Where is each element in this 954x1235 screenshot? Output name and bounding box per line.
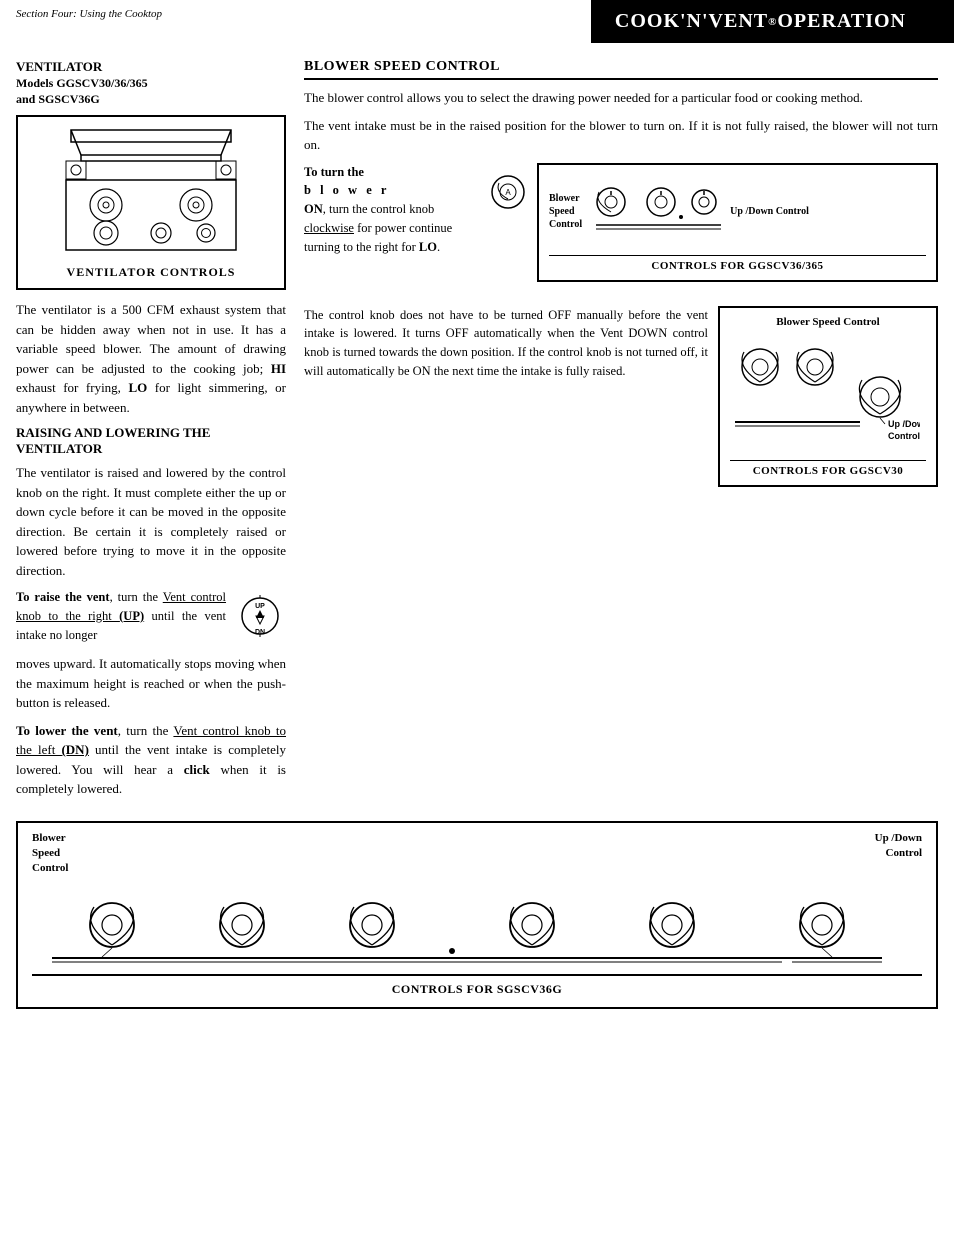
blower-desc1: The blower control allows you to select … <box>304 88 938 108</box>
up-dn-knob-svg: UP DN <box>234 590 286 642</box>
sgscv-title: CONTROLS FOR SGSCV36G <box>32 974 922 997</box>
ventilator-controls-label: VENTILATOR CONTROLS <box>26 265 276 280</box>
left-column: VENTILATOR Models GGSCV30/36/365 and SGS… <box>16 59 286 807</box>
diagram-ggscv30: Blower Speed Control <box>718 306 938 499</box>
diagram-30-title: CONTROLS FOR GGSCV30 <box>730 460 926 477</box>
updown-label-36: Up /Down Control <box>730 206 809 217</box>
blower-knob-inline-svg: A <box>489 173 527 211</box>
control-diagram-36: BlowerSpeedControl <box>537 163 938 282</box>
sgscv-blower-label: BlowerSpeedControl <box>32 831 68 877</box>
knobs-36-svg <box>586 177 726 247</box>
blower-speed-heading: BLOWER SPEED CONTROL <box>304 59 938 80</box>
blower-desc3: The control knob does not have to be tur… <box>304 306 708 499</box>
raising-title-text: RAISING AND LOWERING THE VENTILATOR <box>16 425 210 456</box>
ventilator-models2: and SGSCV36G <box>16 92 100 106</box>
section-label-text: Section Four: Using the Cooktop <box>16 8 162 20</box>
blower-desc2: The vent intake must be in the raised po… <box>304 116 938 155</box>
ventilator-title: VENTILATOR Models GGSCV30/36/365 and SGS… <box>16 59 286 107</box>
blower-desc1-text: The blower control allows you to select … <box>304 90 863 105</box>
diagram-36-title: CONTROLS FOR GGSCV36/365 <box>549 255 926 272</box>
sgscv-updown-label: Up /DownControl <box>875 831 922 862</box>
diagram-ggscv36: BlowerSpeedControl <box>537 163 938 294</box>
diagram30-heading: Blower Speed Control <box>730 316 926 332</box>
bottom-section: BlowerSpeedControl Up /DownControl <box>0 821 954 1019</box>
section-label: Section Four: Using the Cooktop <box>0 0 591 43</box>
subtitle-text: OPERATION <box>777 10 906 33</box>
ventilator-box: VENTILATOR CONTROLS <box>16 115 286 290</box>
blower-speed-label-36: BlowerSpeedControl <box>549 192 582 231</box>
ventilator-desc: The ventilator is a 500 CFM exhaust syst… <box>16 300 286 417</box>
control-diagram-30: Blower Speed Control <box>718 306 938 487</box>
page-title: COOK'N'VENT® OPERATION <box>591 0 930 43</box>
sgscv-box: BlowerSpeedControl Up /DownControl <box>16 821 938 1009</box>
raising-title: RAISING AND LOWERING THE VENTILATOR <box>16 425 286 457</box>
right-column: BLOWER SPEED CONTROL The blower control … <box>304 59 938 807</box>
turn-on-and-diagram36: To turn theb l o w e rON, turn the contr… <box>304 163 938 294</box>
up-dn-knob: UP DN <box>234 590 286 646</box>
diagram-36-knobs: BlowerSpeedControl <box>549 173 926 251</box>
main-content: VENTILATOR Models GGSCV30/36/365 and SGS… <box>0 49 954 817</box>
blower-desc3-text: The control knob does not have to be tur… <box>304 308 708 378</box>
cooktop-svg <box>51 125 251 255</box>
svg-text:UP: UP <box>255 603 265 610</box>
ventilator-title-text: VENTILATOR <box>16 59 102 74</box>
sgscv-top: BlowerSpeedControl Up /DownControl <box>32 831 922 877</box>
black-square-decoration <box>930 0 954 43</box>
turn-on-blower-text: To turn theb l o w e rON, turn the contr… <box>304 163 479 294</box>
title-text: COOK'N'VENT <box>615 10 768 33</box>
raising-desc: The ventilator is raised and lowered by … <box>16 463 286 580</box>
lower-vent-para: To lower the vent, turn the Vent control… <box>16 721 286 799</box>
ventilator-desc-text: The ventilator is a 500 CFM exhaust syst… <box>16 302 286 415</box>
ventilator-models: Models GGSCV30/36/365 <box>16 76 148 90</box>
svg-text:Up /Down: Up /Down <box>888 419 920 429</box>
cooktop-illustration <box>26 125 276 259</box>
raise-vent-section: To raise the vent, turn the Vent control… <box>16 588 286 646</box>
trademark: ® <box>768 16 777 28</box>
sgscv-knobs-svg <box>32 883 902 968</box>
svg-text:Control: Control <box>888 431 920 441</box>
blower-desc2-text: The vent intake must be in the raised po… <box>304 118 938 153</box>
raise-vent-cont: moves upward. It automatically stops mov… <box>16 654 286 713</box>
knobs-30-svg: Up /Down Control <box>730 332 920 452</box>
svg-text:A: A <box>505 188 511 197</box>
raising-desc-text: The ventilator is raised and lowered by … <box>16 465 286 578</box>
raise-vent-text: To raise the vent, turn the Vent control… <box>16 588 226 644</box>
blower-knob-inline: A <box>489 173 527 294</box>
header: Section Four: Using the Cooktop COOK'N'V… <box>0 0 954 43</box>
page: Section Four: Using the Cooktop COOK'N'V… <box>0 0 954 1235</box>
desc3-and-diagram30: The control knob does not have to be tur… <box>304 306 938 499</box>
